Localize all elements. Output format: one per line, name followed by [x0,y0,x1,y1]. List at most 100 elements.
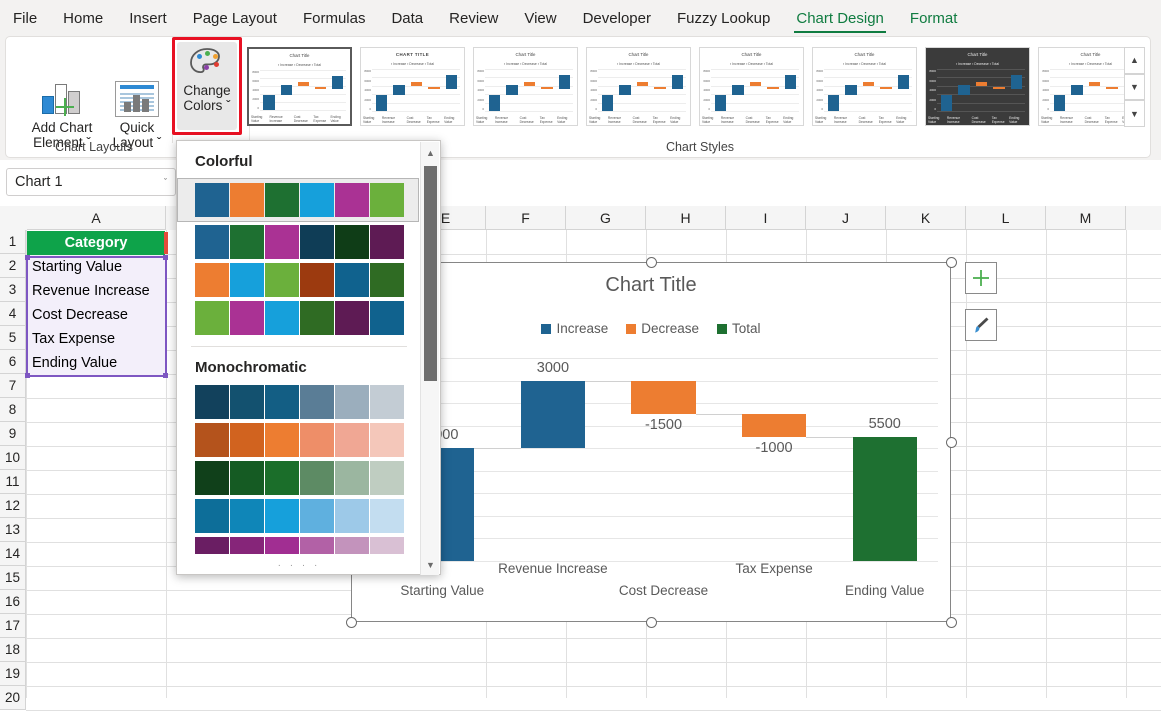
ribbon-tab-view[interactable]: View [511,0,569,36]
chart-title[interactable]: Chart Title [352,274,950,297]
waterfall-bar[interactable] [520,380,585,449]
chart-resize-handle[interactable] [645,616,657,628]
ribbon-tab-review[interactable]: Review [436,0,511,36]
cell-A4[interactable]: Cost Decrease [27,303,165,327]
row-header-4[interactable]: 4 [0,302,26,326]
column-header-K[interactable]: K [886,206,966,230]
chart-resize-handle[interactable] [645,256,657,268]
chart-style-thumbnail-6[interactable]: Chart Title ▪ Increase ▪ Decrease ▪ Total… [812,47,917,126]
chart-styles-button[interactable] [965,309,997,341]
row-header-18[interactable]: 18 [0,638,26,662]
cell-A6[interactable]: Ending Value [27,351,165,375]
row-header-5[interactable]: 5 [0,326,26,350]
chart-object[interactable]: Chart Title Increase Decrease Total 5000 30… [351,262,951,622]
column-header-G[interactable]: G [566,206,646,230]
row-header-9[interactable]: 9 [0,422,26,446]
chart-legend[interactable]: Increase Decrease Total [352,321,950,336]
color-palette-row[interactable] [177,535,421,554]
column-header-L[interactable]: L [966,206,1046,230]
row-header-10[interactable]: 10 [0,446,26,470]
row-header-12[interactable]: 12 [0,494,26,518]
waterfall-bar[interactable] [631,380,696,415]
waterfall-bar[interactable] [742,414,807,437]
ribbon-tab-insert[interactable]: Insert [116,0,180,36]
row-header-2[interactable]: 2 [0,254,26,278]
color-palette-row[interactable] [177,383,421,421]
dropdown-scrollbar[interactable]: ▲ ▼ [420,142,439,575]
dropdown-resize-grip[interactable]: · · · · [177,560,421,571]
legend-item-increase[interactable]: Increase [541,321,608,336]
ribbon-tab-data[interactable]: Data [378,0,436,36]
color-palette-row[interactable] [177,178,419,222]
ribbon-tab-file[interactable]: File [0,0,50,36]
column-header-M[interactable]: M [1046,206,1126,230]
column-header-F[interactable]: F [486,206,566,230]
ribbon-tab-formulas[interactable]: Formulas [290,0,379,36]
row-header-8[interactable]: 8 [0,398,26,422]
ribbon-tab-chart-design[interactable]: Chart Design [783,0,897,36]
chart-resize-handle[interactable] [945,436,957,448]
chevron-down-icon[interactable]: ˇ [164,177,167,187]
column-header-J[interactable]: J [806,206,886,230]
gallery-scroll-down-button[interactable]: ▼ [1124,73,1145,101]
thumbnail-x-label: Ending Value [783,116,794,124]
row-header-16[interactable]: 16 [0,590,26,614]
chart-resize-handle[interactable] [945,256,957,268]
ribbon-tab-home[interactable]: Home [50,0,116,36]
chart-style-thumbnail-1[interactable]: Chart Title ▪ Increase ▪ Decrease ▪ Total… [247,47,352,126]
row-header-3[interactable]: 3 [0,278,26,302]
row-header-13[interactable]: 13 [0,518,26,542]
column-header-I[interactable]: I [726,206,806,230]
row-header-1[interactable]: 1 [0,230,26,254]
color-palette-row[interactable] [177,421,421,459]
color-palette-row[interactable] [177,459,421,497]
cell-A1[interactable]: Category [27,231,165,255]
color-palette-row[interactable] [177,497,421,535]
cell-A5[interactable]: Tax Expense [27,327,165,351]
cell-A2[interactable]: Starting Value [27,255,165,279]
gallery-scroll-up-button[interactable]: ▲ [1124,47,1145,74]
row-header-15[interactable]: 15 [0,566,26,590]
ribbon-tab-page-layout[interactable]: Page Layout [180,0,290,36]
chart-resize-handle[interactable] [945,616,957,628]
chart-styles-gallery[interactable]: Chart Title ▪ Increase ▪ Decrease ▪ Total… [247,47,1127,127]
scrollbar-thumb[interactable] [424,166,437,381]
row-header-11[interactable]: 11 [0,470,26,494]
legend-item-total[interactable]: Total [717,321,761,336]
scroll-down-arrow-icon[interactable]: ▼ [421,555,440,574]
chart-elements-button[interactable] [965,262,997,294]
waterfall-bar[interactable] [852,436,917,561]
chart-style-thumbnail-4[interactable]: Chart Title ▪ Increase ▪ Decrease ▪ Total… [586,47,691,126]
row-header-17[interactable]: 17 [0,614,26,638]
gallery-scroll-controls[interactable]: ▲ ▼ ▼ [1124,47,1145,128]
column-header-A[interactable]: A [27,206,166,230]
chart-style-thumbnail-2[interactable]: CHART TITLE ▪ Increase ▪ Decrease ▪ Total… [360,47,465,126]
change-colors-dropdown[interactable]: Colorful Monochromatic ▲ ▼ · · · · [176,140,441,575]
chart-plot-area[interactable]: 5000 3000 -1500 -1000 5500 [387,358,938,562]
color-palette-row[interactable] [177,261,421,299]
ribbon-tab-format[interactable]: Format [897,0,971,36]
chart-style-thumbnail-5[interactable]: Chart Title ▪ Increase ▪ Decrease ▪ Total… [699,47,804,126]
ribbon-tab-fuzzy-lookup[interactable]: Fuzzy Lookup [664,0,783,36]
row-header-20[interactable]: 20 [0,686,26,710]
row-header-19[interactable]: 19 [0,662,26,686]
gallery-more-button[interactable]: ▼ [1124,100,1145,128]
cell-A3[interactable]: Revenue Increase [27,279,165,303]
color-sections[interactable]: Colorful Monochromatic [177,141,421,554]
chart-style-thumbnail-8[interactable]: Chart Title ▪ Increase ▪ Decrease ▪ Total… [1038,47,1127,126]
row-header-6[interactable]: 6 [0,350,26,374]
color-palette-row[interactable] [177,299,421,337]
chart-resize-handle[interactable] [345,616,357,628]
ribbon-tab-developer[interactable]: Developer [570,0,664,36]
name-box[interactable]: Chart 1 ˇ [6,168,176,196]
chart-style-thumbnail-7[interactable]: Chart Title ▪ Increase ▪ Decrease ▪ Total… [925,47,1030,126]
chart-style-thumbnail-3[interactable]: Chart Title ▪ Increase ▪ Decrease ▪ Total… [473,47,578,126]
thumbnail-bar [767,87,779,90]
row-header-14[interactable]: 14 [0,542,26,566]
column-header-H[interactable]: H [646,206,726,230]
color-palette-row[interactable] [177,223,421,261]
row-header-7[interactable]: 7 [0,374,26,398]
change-colors-button[interactable]: Change Colors ˇ [177,42,237,130]
scroll-up-arrow-icon[interactable]: ▲ [421,143,440,162]
legend-item-decrease[interactable]: Decrease [626,321,699,336]
